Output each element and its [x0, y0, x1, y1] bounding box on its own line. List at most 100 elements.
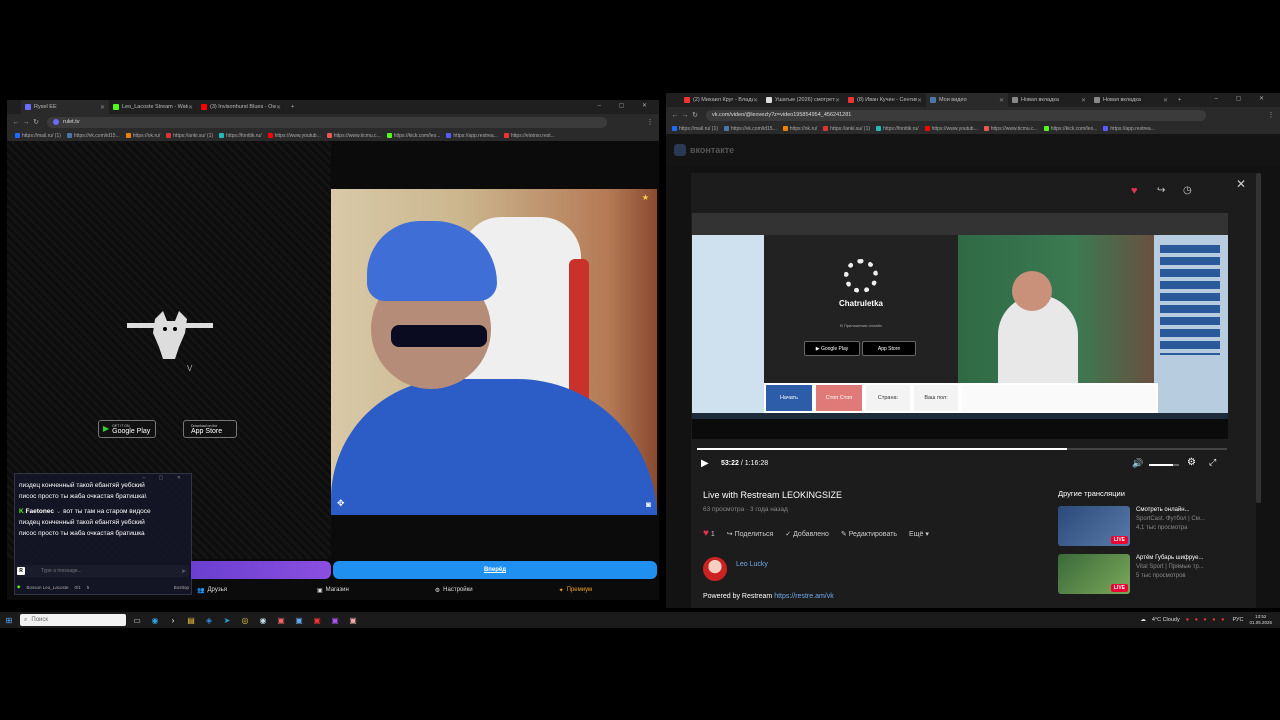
bookmark-item[interactable]: https://www.youtub... [267, 133, 321, 139]
bookmark-item[interactable]: https://ok.ru/ [125, 133, 160, 139]
modal-scrollbar[interactable] [1256, 173, 1261, 503]
left-menu-icon[interactable]: ⋮ [645, 118, 655, 126]
move-icon[interactable]: ✥ [337, 498, 345, 509]
bookmark-item[interactable]: https://kick.com/leo... [1043, 126, 1097, 132]
bookmark-item[interactable]: https://app.restrea... [446, 133, 498, 139]
more-button[interactable]: Ещё ▾ [909, 530, 929, 538]
right-tab[interactable]: (8) Иван Кучин - Сентим ✕ [844, 93, 926, 107]
app-icon[interactable]: ▣ [274, 613, 288, 627]
volume-icon[interactable]: 🔊 [1132, 458, 1143, 469]
bookmark-item[interactable]: https://mail.ru/ (1) [672, 126, 718, 132]
start-icon[interactable]: ⊞ [2, 613, 16, 627]
reload-icon[interactable]: ↻ [690, 111, 700, 119]
app-icon[interactable]: ▣ [310, 613, 324, 627]
bookmark-item[interactable]: https://ok.ru/ [782, 126, 817, 132]
like-button[interactable]: ♥ 1 [703, 528, 715, 539]
lang-indicator[interactable]: РУС [1232, 617, 1243, 623]
share-icon[interactable]: ↪ [1157, 185, 1165, 196]
taskbar-search[interactable]: ⌕ Поиск [20, 614, 126, 626]
chat-username[interactable]: Faetonec [26, 508, 55, 515]
bookmark-item[interactable]: https://vk.com/id15... [723, 126, 777, 132]
other-stream-item[interactable]: LIVE Смотреть онлайн... SportCast. Футбол … [1058, 506, 1228, 546]
settings-icon[interactable]: ⚙ [1187, 457, 1196, 468]
close-modal-icon[interactable]: ✕ [1236, 177, 1246, 191]
bookmark-item[interactable]: https://www.ticmu.c... [983, 126, 1038, 132]
bookmark-item[interactable]: https://elotrso.rest... [503, 133, 555, 139]
camera-switch-icon[interactable]: ◙ [646, 500, 651, 509]
chrome-icon[interactable]: ◎ [238, 613, 252, 627]
close-tab-icon[interactable]: ✕ [1163, 97, 1168, 104]
right-tab[interactable]: Новая вкладка ✕ [1008, 93, 1090, 107]
close-tab-icon[interactable]: ✕ [753, 97, 758, 104]
terminal-icon[interactable]: › [166, 613, 180, 627]
left-tab[interactable]: (3) Invisonhurst Blues - Oscar I✕ [197, 100, 285, 114]
play-icon[interactable]: ▶ [701, 458, 709, 469]
send-icon[interactable]: ➤ [181, 568, 186, 575]
close-tab-icon[interactable]: ✕ [188, 104, 193, 111]
app-icon[interactable]: ▣ [292, 613, 306, 627]
close-tab-icon[interactable]: ✕ [999, 97, 1004, 104]
edge-icon[interactable]: ◉ [148, 613, 162, 627]
nav-premium[interactable]: ✦ Премиум [559, 587, 593, 594]
app-icon[interactable]: ▣ [328, 613, 342, 627]
close-tab-icon[interactable]: ✕ [917, 97, 922, 104]
bookmark-item[interactable]: https://fonttik.ru/ [876, 126, 919, 132]
explorer-icon[interactable]: ▤ [184, 613, 198, 627]
right-tab[interactable]: Ушатые (2026) смотреть о✕ [762, 93, 844, 107]
reload-icon[interactable]: ↻ [31, 118, 41, 126]
right-menu-icon[interactable]: ⋮ [1266, 111, 1276, 119]
back-icon[interactable]: ← [670, 112, 680, 119]
left-tab[interactable]: Leo_Lacoste Stream - Watch Li✕ [109, 100, 197, 114]
fullscreen-icon[interactable]: ⤢ [1209, 457, 1216, 468]
vk-logo-icon[interactable] [674, 144, 686, 156]
new-tab-icon[interactable]: + [1174, 93, 1185, 107]
bookmark-item[interactable]: https://fonttik.ru/ [219, 133, 262, 139]
nav-friends[interactable]: 👥 Друзья [197, 587, 227, 594]
bookmark-item[interactable]: https://anki.su/ (1) [166, 133, 213, 139]
steam-icon[interactable]: ◉ [256, 613, 270, 627]
bookmark-item[interactable]: https://mail.ru/ (1) [15, 133, 61, 139]
left-tab[interactable]: Rysel EE ✕ [21, 100, 109, 114]
app-icon[interactable]: ▣ [346, 613, 360, 627]
new-tab-icon[interactable]: + [287, 100, 298, 114]
back-icon[interactable]: ← [11, 119, 21, 126]
bookmark-item[interactable]: https://vk.com/id15... [66, 133, 120, 139]
edit-button[interactable]: ✎ Редактировать [841, 530, 897, 538]
close-tab-icon[interactable]: ✕ [835, 97, 840, 104]
app-store-button[interactable]: Download on the App Store [183, 420, 237, 438]
volume-slider[interactable] [1149, 464, 1179, 466]
right-tab[interactable]: (2) Михаил Круг - Владими✕ [680, 93, 762, 107]
nav-settings[interactable]: ⚙ Настройки [435, 587, 473, 594]
tray-icons[interactable]: ● ● ● ● ● [1186, 617, 1227, 623]
weather-text[interactable]: 4°C Cloudy [1152, 617, 1180, 623]
bookmark-item[interactable]: https://www.youtub... [924, 126, 978, 132]
bookmark-item[interactable]: https://kick.com/leo... [386, 133, 440, 139]
bookmark-item[interactable]: https://www.ticmu.c... [326, 133, 381, 139]
report-star-icon[interactable]: ★ [642, 193, 649, 202]
close-tab-icon[interactable]: ✕ [1081, 97, 1086, 104]
close-tab-icon[interactable]: ✕ [276, 104, 281, 111]
forward-icon[interactable]: → [21, 119, 31, 126]
vscode-icon[interactable]: ◈ [202, 613, 216, 627]
site-info-icon[interactable] [53, 119, 59, 125]
close-tab-icon[interactable]: ✕ [100, 104, 105, 111]
added-button[interactable]: ✓ Добавлено [785, 530, 829, 538]
author-name[interactable]: Leo Lucky [736, 561, 768, 568]
like-heart-icon[interactable]: ♥ [1131, 185, 1138, 197]
left-address-bar[interactable]: rulet.tv [47, 116, 607, 128]
stop-bar[interactable] [191, 561, 331, 579]
restream-link[interactable]: https://restre.am/vk [774, 593, 834, 600]
chat-input[interactable]: Type a message... [41, 568, 82, 574]
clock-icon[interactable]: ◷ [1183, 185, 1192, 196]
next-button[interactable]: Вперёд [333, 561, 657, 579]
right-tab[interactable]: Новая вкладка ✕ [1090, 93, 1172, 107]
share-button[interactable]: ↪ Поделиться [727, 530, 773, 538]
right-tab[interactable]: Мои видео ✕ [926, 93, 1008, 107]
video-player[interactable]: Chatruletka В Приложении онлайн ▶ Google… [692, 213, 1228, 439]
other-stream-item[interactable]: LIVE Артём Губарь шифруе... Vital Sport | … [1058, 554, 1228, 594]
author-avatar[interactable] [703, 557, 727, 581]
bookmark-item[interactable]: https://anki.su/ (1) [823, 126, 870, 132]
forward-icon[interactable]: → [680, 112, 690, 119]
telegram-icon[interactable]: ➤ [220, 613, 234, 627]
right-address-bar[interactable]: vk.com/video/@leovezly?z=video195854954_… [706, 109, 1206, 121]
